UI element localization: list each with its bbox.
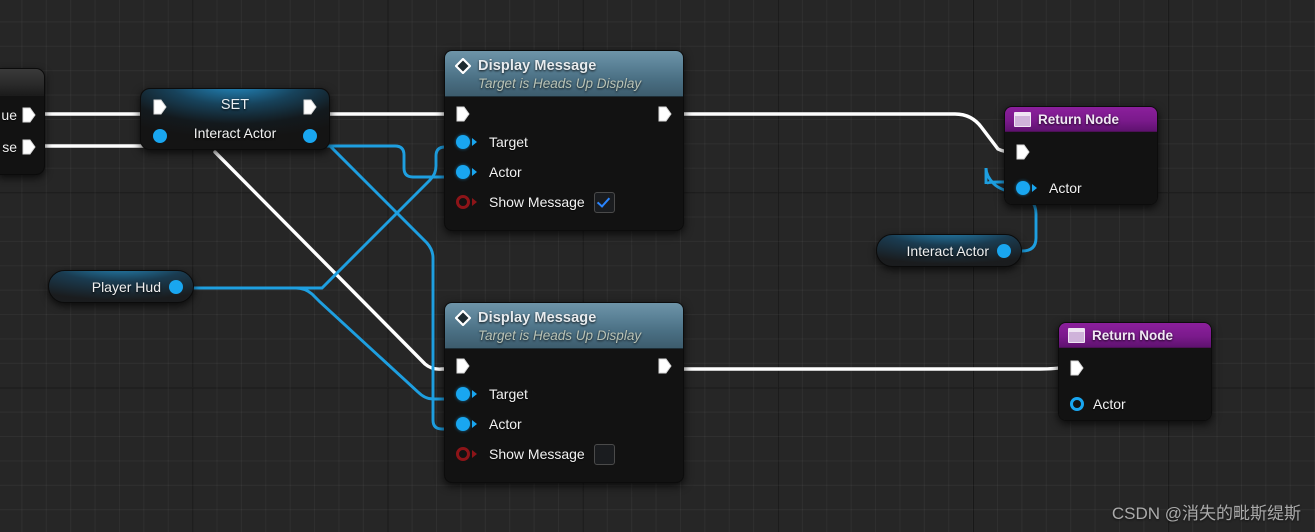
wire-set-out-to-dm-top-actor xyxy=(318,144,454,179)
display-message-pins-bottom: Target Actor Show Message xyxy=(445,349,683,482)
pin-row-actor[interactable]: Actor xyxy=(445,157,683,187)
return-actor-pin-row-bottom[interactable]: Actor xyxy=(1070,396,1126,412)
pin-row-show-message[interactable]: Show Message xyxy=(445,187,683,217)
set-exec-out-pin[interactable] xyxy=(303,99,317,115)
target-pin-arrow-icon xyxy=(472,390,482,398)
exec-pin-icon xyxy=(22,107,36,123)
interact-actor-out-pin[interactable] xyxy=(997,243,1011,258)
target-pin-label: Target xyxy=(489,386,528,402)
return-actor-pin-label-top: Actor xyxy=(1049,180,1082,196)
show-message-checkbox[interactable] xyxy=(593,191,615,213)
return-node-header-top: Return Node xyxy=(1005,107,1157,132)
display-message-node-bottom[interactable]: Display Message Target is Heads Up Displ… xyxy=(444,302,684,483)
player-hud-out-pin[interactable] xyxy=(169,279,183,294)
show-message-pin-label: Show Message xyxy=(489,194,585,210)
exec-row-bottom xyxy=(445,349,683,379)
return-node-icon xyxy=(1068,327,1085,343)
target-pin-icon[interactable] xyxy=(456,387,470,401)
diamond-function-icon xyxy=(454,56,472,75)
set-node-title: SET xyxy=(220,97,250,113)
display-message-title-top: Display Message xyxy=(478,57,597,74)
show-message-pin-label: Show Message xyxy=(489,446,585,462)
exec-out-pin[interactable] xyxy=(658,358,672,374)
wire-playerhud-to-dm-bottom-target xyxy=(178,286,454,401)
return-node-bottom[interactable]: Return Node Actor xyxy=(1058,322,1212,421)
return-node-title-bottom: Return Node xyxy=(1092,327,1173,343)
pin-row-actor[interactable]: Actor xyxy=(445,409,683,439)
target-pin-label: Target xyxy=(489,134,528,150)
return-node-top[interactable]: Return Node Actor xyxy=(1004,106,1158,205)
exec-in-pin[interactable] xyxy=(456,358,470,374)
display-message-header-top: Display Message Target is Heads Up Displ… xyxy=(445,51,683,97)
target-pin-arrow-icon xyxy=(472,138,482,146)
show-message-pin-arrow-icon xyxy=(472,450,482,458)
return-node-icon xyxy=(1014,111,1031,127)
player-hud-label: Player Hud xyxy=(91,278,161,295)
actor-pin-arrow-icon xyxy=(1032,184,1042,192)
return-actor-pin-label-bottom: Actor xyxy=(1093,396,1126,412)
actor-pin-icon[interactable] xyxy=(456,165,470,179)
display-message-node-top[interactable]: Display Message Target is Heads Up Displ… xyxy=(444,50,684,231)
diamond-function-icon xyxy=(454,308,472,327)
wire-set-out-to-dm-bottom-actor xyxy=(318,144,454,431)
display-message-title-bottom: Display Message xyxy=(478,309,597,326)
branch-node-header xyxy=(0,69,44,96)
branch-pin-true-label: ue xyxy=(1,107,17,123)
return-node-header-bottom: Return Node xyxy=(1059,323,1211,348)
actor-pin-arrow-icon xyxy=(472,168,482,176)
wire-displaymsg-bottom-to-return-bottom xyxy=(676,365,1074,371)
actor-pin-icon[interactable] xyxy=(1070,397,1084,411)
watermark-text: CSDN @消失的毗斯缇斯 xyxy=(1111,504,1301,523)
display-message-subtitle-bottom: Target is Heads Up Display xyxy=(478,328,642,343)
show-message-checkbox[interactable] xyxy=(593,443,615,465)
exec-row-top xyxy=(445,97,683,127)
display-message-subtitle-top: Target is Heads Up Display xyxy=(478,76,642,91)
display-message-pins-top: Target Actor Show Message xyxy=(445,97,683,230)
wire-playerhud-to-dm-top-target xyxy=(178,145,454,290)
set-node-body: SET Interact Actor xyxy=(141,89,329,149)
return-node-body-bottom: Actor xyxy=(1059,348,1211,420)
show-message-pin-icon[interactable] xyxy=(456,195,470,209)
show-message-pin-arrow-icon xyxy=(472,198,482,206)
actor-pin-label: Actor xyxy=(489,416,522,432)
exec-in-pin[interactable] xyxy=(456,106,470,122)
return-actor-pin-row-top[interactable]: Actor xyxy=(1016,180,1082,196)
branch-pin-true[interactable]: ue xyxy=(1,107,36,123)
branch-node-partial[interactable]: ue se xyxy=(0,68,45,175)
return-node-body-top: Actor xyxy=(1005,132,1157,204)
exec-in-pin[interactable] xyxy=(1016,144,1030,160)
pin-row-show-message[interactable]: Show Message xyxy=(445,439,683,469)
pin-row-target[interactable]: Target xyxy=(445,127,683,157)
show-message-pin-icon[interactable] xyxy=(456,447,470,461)
wire-diagonal-to-displaymsg-bottom xyxy=(213,150,454,371)
pin-row-target[interactable]: Target xyxy=(445,379,683,409)
set-data-out-pin[interactable] xyxy=(303,129,317,143)
wire-displaymsg-top-to-return-top xyxy=(676,112,1020,154)
blueprint-graph-canvas[interactable]: .exec-wire { fill:none; stroke:#ffffff; … xyxy=(0,0,1315,532)
actor-pin-icon[interactable] xyxy=(1016,181,1030,195)
exec-in-pin[interactable] xyxy=(1070,360,1084,376)
return-node-title-top: Return Node xyxy=(1038,111,1119,127)
exec-pin-icon xyxy=(22,139,36,155)
actor-pin-icon[interactable] xyxy=(456,417,470,431)
set-exec-in-pin[interactable] xyxy=(153,99,167,115)
set-node[interactable]: SET Interact Actor xyxy=(140,88,330,150)
branch-pin-false[interactable]: se xyxy=(2,139,36,155)
exec-out-pin[interactable] xyxy=(658,106,672,122)
interact-actor-label: Interact Actor xyxy=(906,242,989,259)
branch-pin-false-label: se xyxy=(2,139,17,155)
set-node-variable-label: Interact Actor xyxy=(193,125,277,141)
display-message-header-bottom: Display Message Target is Heads Up Displ… xyxy=(445,303,683,349)
target-pin-icon[interactable] xyxy=(456,135,470,149)
actor-pin-label: Actor xyxy=(489,164,522,180)
set-data-in-pin[interactable] xyxy=(153,129,167,143)
actor-pin-arrow-icon xyxy=(472,420,482,428)
interact-actor-variable-node[interactable]: Interact Actor xyxy=(876,234,1022,267)
player-hud-variable-node[interactable]: Player Hud xyxy=(48,270,194,303)
